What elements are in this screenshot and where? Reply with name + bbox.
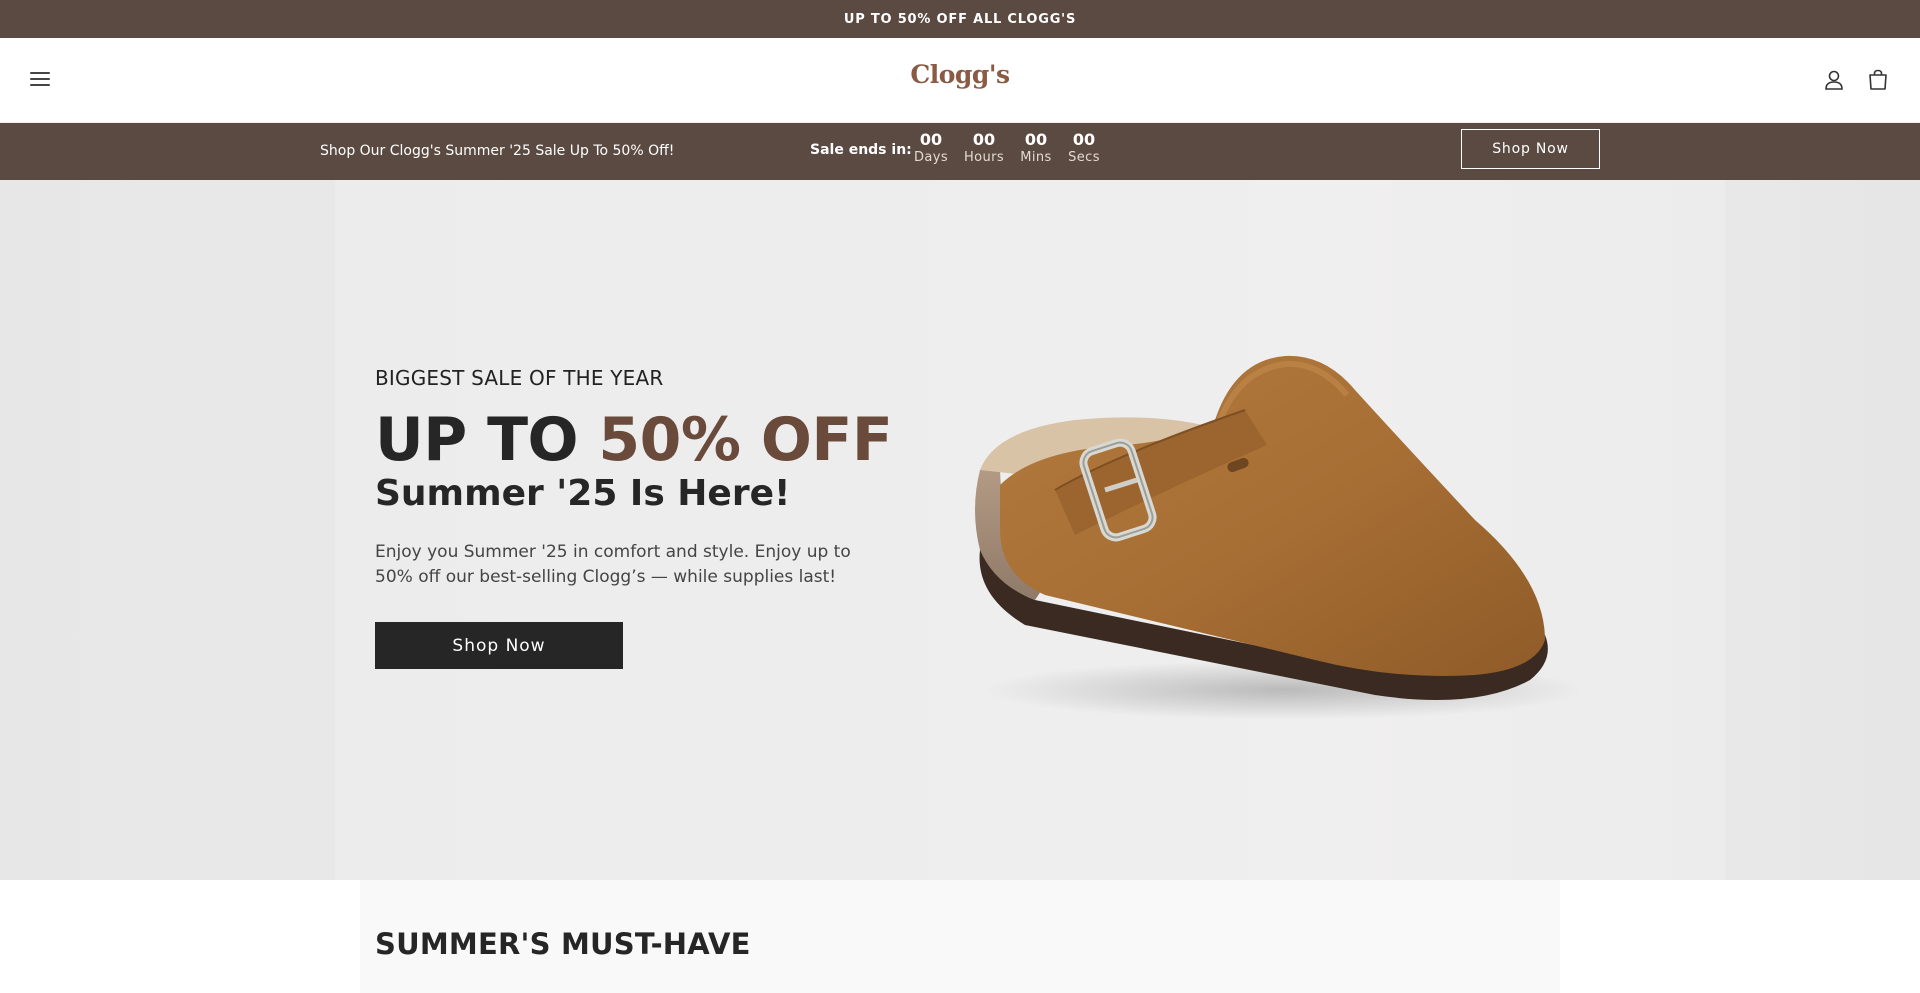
- sale-bar-shop-now-button[interactable]: Shop Now: [1461, 129, 1600, 169]
- countdown-hours: 00 Hours: [962, 131, 1006, 167]
- hero-body-copy: Enjoy you Summer '25 in comfort and styl…: [375, 542, 851, 587]
- shopping-bag-icon[interactable]: [1865, 67, 1891, 93]
- hero-banner: BIGGEST SALE OF THE YEAR UP TO 50% OFF S…: [0, 180, 1920, 880]
- sale-countdown-bar: Shop Our Clogg's Summer '25 Sale Up To 5…: [0, 123, 1920, 180]
- countdown-days-value: 00: [919, 130, 943, 149]
- hero-headline: UP TO 50% OFF: [375, 403, 893, 477]
- sale-promo-text: Shop Our Clogg's Summer '25 Sale Up To 5…: [320, 143, 675, 159]
- countdown-mins-label: Mins: [1020, 150, 1052, 165]
- site-header: Clogg's: [0, 38, 1920, 123]
- suede-clog-product-image: [975, 355, 1585, 720]
- countdown-secs-label: Secs: [1068, 150, 1100, 165]
- countdown-hours-value: 00: [972, 130, 996, 149]
- countdown-mins: 00 Mins: [1018, 131, 1054, 167]
- hero-headline-prefix: UP TO: [375, 405, 599, 475]
- countdown-days: 00 Days: [914, 131, 948, 167]
- countdown-hours-label: Hours: [963, 150, 1005, 165]
- countdown-secs: 00 Secs: [1066, 131, 1102, 167]
- summers-must-have-section: SUMMER'S MUST-HAVE: [360, 880, 1560, 993]
- user-icon[interactable]: [1821, 67, 1847, 93]
- hero-shop-now-button[interactable]: Shop Now: [375, 622, 623, 669]
- hero-headline-accent: 50% OFF: [598, 405, 893, 475]
- sale-ends-label: Sale ends in:: [810, 142, 912, 158]
- hamburger-menu-icon[interactable]: [30, 69, 52, 89]
- announcement-bar: UP TO 50% OFF ALL CLOGG'S: [0, 0, 1920, 38]
- hero-subhead: Summer '25 Is Here!: [375, 473, 791, 514]
- brand-logo[interactable]: Clogg's: [910, 60, 1010, 89]
- countdown-days-label: Days: [914, 150, 949, 165]
- countdown-secs-value: 00: [1072, 130, 1096, 149]
- hero-kicker: BIGGEST SALE OF THE YEAR: [375, 366, 664, 390]
- announcement-text: UP TO 50% OFF ALL CLOGG'S: [843, 11, 1077, 27]
- countdown-mins-value: 00: [1024, 130, 1048, 149]
- section-title: SUMMER'S MUST-HAVE: [375, 927, 751, 961]
